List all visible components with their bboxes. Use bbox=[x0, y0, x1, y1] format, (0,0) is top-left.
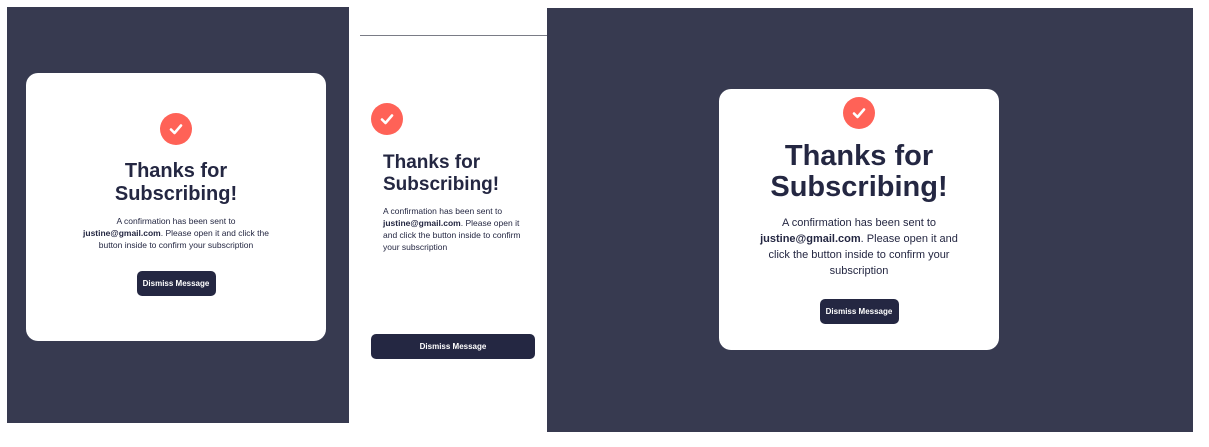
confirmation-description: A confirmation has been sent to justine@… bbox=[760, 217, 958, 277]
divider bbox=[360, 35, 547, 36]
dismiss-message-button[interactable]: Dismiss Message bbox=[371, 334, 535, 359]
dismiss-message-button[interactable]: Dismiss Message bbox=[136, 271, 216, 296]
confirmation-title: Thanks for Subscribing! bbox=[383, 152, 500, 195]
email-address: justine@gmail.com bbox=[760, 233, 861, 245]
screenshot-stage: Thanks for Subscribing! A confirmation h… bbox=[0, 0, 1209, 447]
confirmation-title: Thanks for Subscribing! bbox=[114, 160, 238, 205]
confirmation-card: Thanks for Subscribing! A confirmation h… bbox=[719, 89, 999, 350]
modal-overlay-right: Thanks for Subscribing! A confirmation h… bbox=[547, 8, 1193, 432]
confirmation-description: A confirmation has been sent to justine@… bbox=[383, 206, 521, 252]
mobile-view: Thanks for Subscribing! A confirmation h… bbox=[360, 0, 547, 447]
email-address: justine@gmail.com bbox=[83, 228, 161, 238]
check-circle-icon bbox=[371, 103, 403, 135]
check-circle-icon bbox=[843, 97, 875, 129]
email-address: justine@gmail.com bbox=[383, 218, 461, 228]
dismiss-message-button[interactable]: Dismiss Message bbox=[819, 299, 899, 324]
confirmation-title: Thanks for Subscribing! bbox=[770, 140, 948, 203]
modal-overlay-left: Thanks for Subscribing! A confirmation h… bbox=[7, 7, 349, 423]
check-circle-icon bbox=[160, 113, 192, 145]
confirmation-card: Thanks for Subscribing! A confirmation h… bbox=[26, 73, 326, 341]
confirmation-description: A confirmation has been sent to justine@… bbox=[83, 216, 269, 250]
